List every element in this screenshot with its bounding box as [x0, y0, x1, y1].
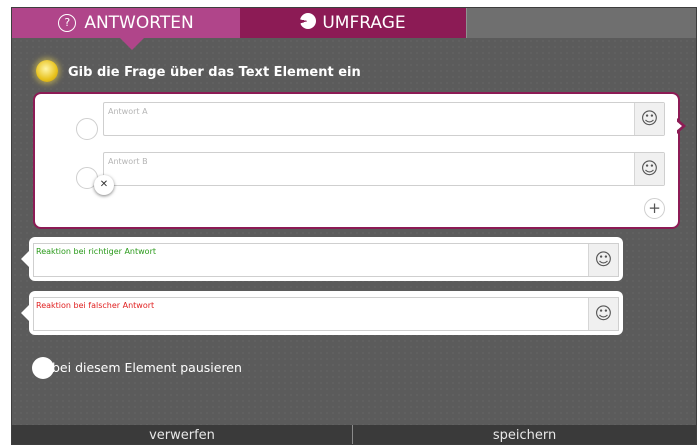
- reaction-wrong-pointer: [21, 305, 29, 321]
- answer-a-field[interactable]: Antwort A ☺: [103, 102, 665, 136]
- tab-answers[interactable]: ? ANTWORTEN: [12, 8, 240, 50]
- answers-box: Antwort A ☺ Antwort B ☺ ✕ +: [33, 92, 680, 229]
- answer-b-placeholder: Antwort B: [108, 157, 148, 166]
- tab-answers-label: ANTWORTEN: [84, 13, 194, 33]
- reaction-wrong-smiley-icon[interactable]: ☺: [588, 298, 618, 330]
- tab-survey-label: UMFRAGE: [322, 13, 406, 33]
- tab-bar-empty: [466, 8, 696, 38]
- discard-button[interactable]: verwerfen: [12, 425, 353, 444]
- reaction-wrong-text: Reaktion bei falscher Antwort: [36, 301, 155, 310]
- pause-label: bei diesem Element pausieren: [52, 360, 242, 375]
- reaction-correct-field[interactable]: Reaktion bei richtiger Antwort ☺: [33, 243, 619, 277]
- reaction-correct-text: Reaktion bei richtiger Antwort: [36, 247, 157, 256]
- answer-b-smiley-icon[interactable]: ☺: [634, 153, 664, 185]
- question-circle-icon: ?: [58, 14, 77, 32]
- answers-arrow-inner: [675, 120, 682, 132]
- tab-bar: ? ANTWORTEN UMFRAGE: [12, 8, 696, 50]
- pause-toggle[interactable]: [32, 357, 54, 379]
- pie-chart-icon: [300, 13, 317, 29]
- editor-panel: ? ANTWORTEN UMFRAGE Gib die Frage über da…: [12, 8, 696, 444]
- hint-text: Gib die Frage über das Text Element ein: [68, 65, 361, 80]
- reaction-wrong-box: Reaktion bei falscher Antwort ☺: [21, 291, 623, 335]
- reaction-wrong-field[interactable]: Reaktion bei falscher Antwort ☺: [33, 297, 619, 331]
- footer-bar: verwerfen speichern: [12, 425, 696, 444]
- answer-a-radio[interactable]: [76, 118, 98, 140]
- reaction-correct-pointer: [21, 251, 29, 267]
- answer-a-smiley-icon[interactable]: ☺: [634, 103, 664, 135]
- remove-answer-icon[interactable]: ✕: [94, 175, 114, 195]
- lightbulb-icon: [36, 60, 58, 82]
- add-answer-icon[interactable]: +: [644, 198, 665, 219]
- answer-a-placeholder: Antwort A: [108, 107, 148, 116]
- save-button[interactable]: speichern: [353, 425, 696, 444]
- answer-b-field[interactable]: Antwort B ☺: [103, 152, 665, 186]
- tab-survey[interactable]: UMFRAGE: [240, 8, 466, 38]
- reaction-correct-box: Reaktion bei richtiger Antwort ☺: [21, 237, 623, 281]
- reaction-correct-smiley-icon[interactable]: ☺: [588, 244, 618, 276]
- tab-active-pointer: [120, 38, 144, 50]
